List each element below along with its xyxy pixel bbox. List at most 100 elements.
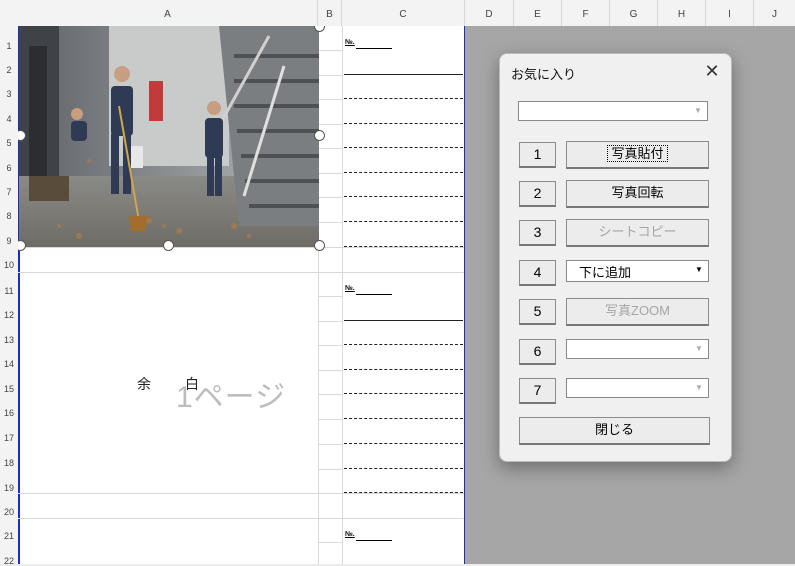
column-header[interactable]: C xyxy=(342,0,465,26)
close-button[interactable]: 閉じる xyxy=(519,417,710,445)
grid-line xyxy=(318,75,342,76)
row-header[interactable]: 22 xyxy=(0,556,18,566)
dashed-rule xyxy=(344,393,463,394)
number-button-3[interactable]: 3 xyxy=(519,220,556,246)
row-header[interactable]: 14 xyxy=(0,359,18,369)
number-button-4[interactable]: 4 xyxy=(519,260,556,286)
photo-zoom-button[interactable]: 写真ZOOM xyxy=(566,298,709,326)
grid-line xyxy=(318,124,342,125)
row-header[interactable]: 19 xyxy=(0,483,18,493)
grid-line xyxy=(318,419,342,420)
number-button-5[interactable]: 5 xyxy=(519,299,556,325)
column-header[interactable]: H xyxy=(658,0,706,26)
row-header[interactable]: 5 xyxy=(0,138,18,148)
dashed-rule xyxy=(344,246,463,247)
row-header[interactable]: 12 xyxy=(0,310,18,320)
grid-line xyxy=(18,493,465,494)
chevron-down-icon[interactable]: ▼ xyxy=(691,380,707,396)
dashed-rule xyxy=(344,344,463,345)
chevron-down-icon[interactable]: ▼ xyxy=(691,262,707,278)
grid-line xyxy=(318,148,342,149)
grid-line xyxy=(318,469,342,470)
close-icon[interactable]: ✕ xyxy=(701,60,723,82)
blank-text: 余 xyxy=(137,376,151,392)
column-header[interactable]: F xyxy=(562,0,610,26)
row-header[interactable]: 3 xyxy=(0,89,18,99)
number-label: №. xyxy=(345,531,355,538)
row-header[interactable]: 15 xyxy=(0,384,18,394)
grid-line xyxy=(18,518,465,519)
column-header[interactable]: J xyxy=(754,0,795,26)
column-header[interactable]: A xyxy=(18,0,318,26)
row-header[interactable]: 16 xyxy=(0,408,18,418)
row-header[interactable]: 21 xyxy=(0,531,18,541)
grid-line xyxy=(318,50,342,51)
grid-line xyxy=(318,222,342,223)
row-header[interactable]: 8 xyxy=(0,211,18,221)
dashed-rule xyxy=(344,369,463,370)
number-label: №. xyxy=(345,285,355,292)
column-header[interactable]: B xyxy=(318,0,342,26)
add-below-select[interactable]: 下に追加 ▼ xyxy=(566,260,709,282)
sheet-copy-button[interactable]: シートコピー xyxy=(566,219,709,247)
grid-line xyxy=(318,345,342,346)
dashed-rule xyxy=(344,147,463,148)
row-header[interactable]: 13 xyxy=(0,335,18,345)
row-header[interactable]: 17 xyxy=(0,433,18,443)
column-header[interactable]: I xyxy=(706,0,754,26)
dashed-rule xyxy=(344,196,463,197)
row-header[interactable]: 7 xyxy=(0,187,18,197)
dialog-title: お気に入り xyxy=(511,67,577,82)
resize-handle[interactable] xyxy=(18,240,26,251)
grid-line xyxy=(342,26,343,564)
row-header[interactable]: 10 xyxy=(0,260,18,270)
row-header[interactable]: 1 xyxy=(0,41,18,51)
row-header[interactable]: 18 xyxy=(0,458,18,468)
column-header[interactable]: D xyxy=(465,0,514,26)
row-header[interactable]: 4 xyxy=(0,114,18,124)
chevron-down-icon[interactable]: ▼ xyxy=(690,103,706,119)
dashed-rule xyxy=(344,468,463,469)
number-button-6[interactable]: 6 xyxy=(519,339,556,365)
resize-handle[interactable] xyxy=(314,240,325,251)
solid-rule xyxy=(344,320,463,321)
number-underline xyxy=(356,48,392,49)
dashed-rule xyxy=(344,221,463,222)
row-header[interactable]: 6 xyxy=(0,163,18,173)
row-header[interactable]: 9 xyxy=(0,236,18,246)
number-button-2[interactable]: 2 xyxy=(519,181,556,207)
resize-handle[interactable] xyxy=(163,240,174,251)
top-select[interactable]: ▼ xyxy=(518,101,708,121)
add-below-value: 下に追加 xyxy=(579,265,632,280)
number-button-1[interactable]: 1 xyxy=(519,142,556,168)
grid-line xyxy=(18,247,465,248)
row-header-bar: 1 2 3 4 5 6 7 8 9 10 11 12 13 14 15 16 1… xyxy=(0,26,19,566)
resize-handle[interactable] xyxy=(314,26,325,32)
print-area[interactable]: №. №. №. 余 白 1ページ xyxy=(18,26,465,564)
grid-line xyxy=(318,394,342,395)
dashed-rule xyxy=(344,492,463,493)
number-underline xyxy=(356,540,392,541)
chevron-down-icon[interactable]: ▼ xyxy=(691,341,707,357)
row-header[interactable]: 11 xyxy=(0,286,18,296)
inserted-photo[interactable] xyxy=(19,26,319,247)
dashed-rule xyxy=(344,443,463,444)
number-button-7[interactable]: 7 xyxy=(519,378,556,404)
resize-handle[interactable] xyxy=(314,130,325,141)
paste-photo-button[interactable]: 写真貼付 xyxy=(566,141,709,169)
rotate-photo-button[interactable]: 写真回転 xyxy=(566,180,709,208)
dashed-rule xyxy=(344,98,463,99)
row-header[interactable]: 2 xyxy=(0,65,18,75)
grid-line xyxy=(318,370,342,371)
option-6-select[interactable]: ▼ xyxy=(566,339,709,359)
option-7-select[interactable]: ▼ xyxy=(566,378,709,398)
dashed-rule xyxy=(344,172,463,173)
column-header[interactable]: E xyxy=(514,0,562,26)
grid-line xyxy=(318,99,342,100)
dashed-rule xyxy=(344,123,463,124)
row-header[interactable]: 20 xyxy=(0,507,18,517)
column-header[interactable]: G xyxy=(610,0,658,26)
grid-line xyxy=(318,173,342,174)
page-watermark: 1ページ xyxy=(176,381,287,414)
number-underline xyxy=(356,294,392,295)
